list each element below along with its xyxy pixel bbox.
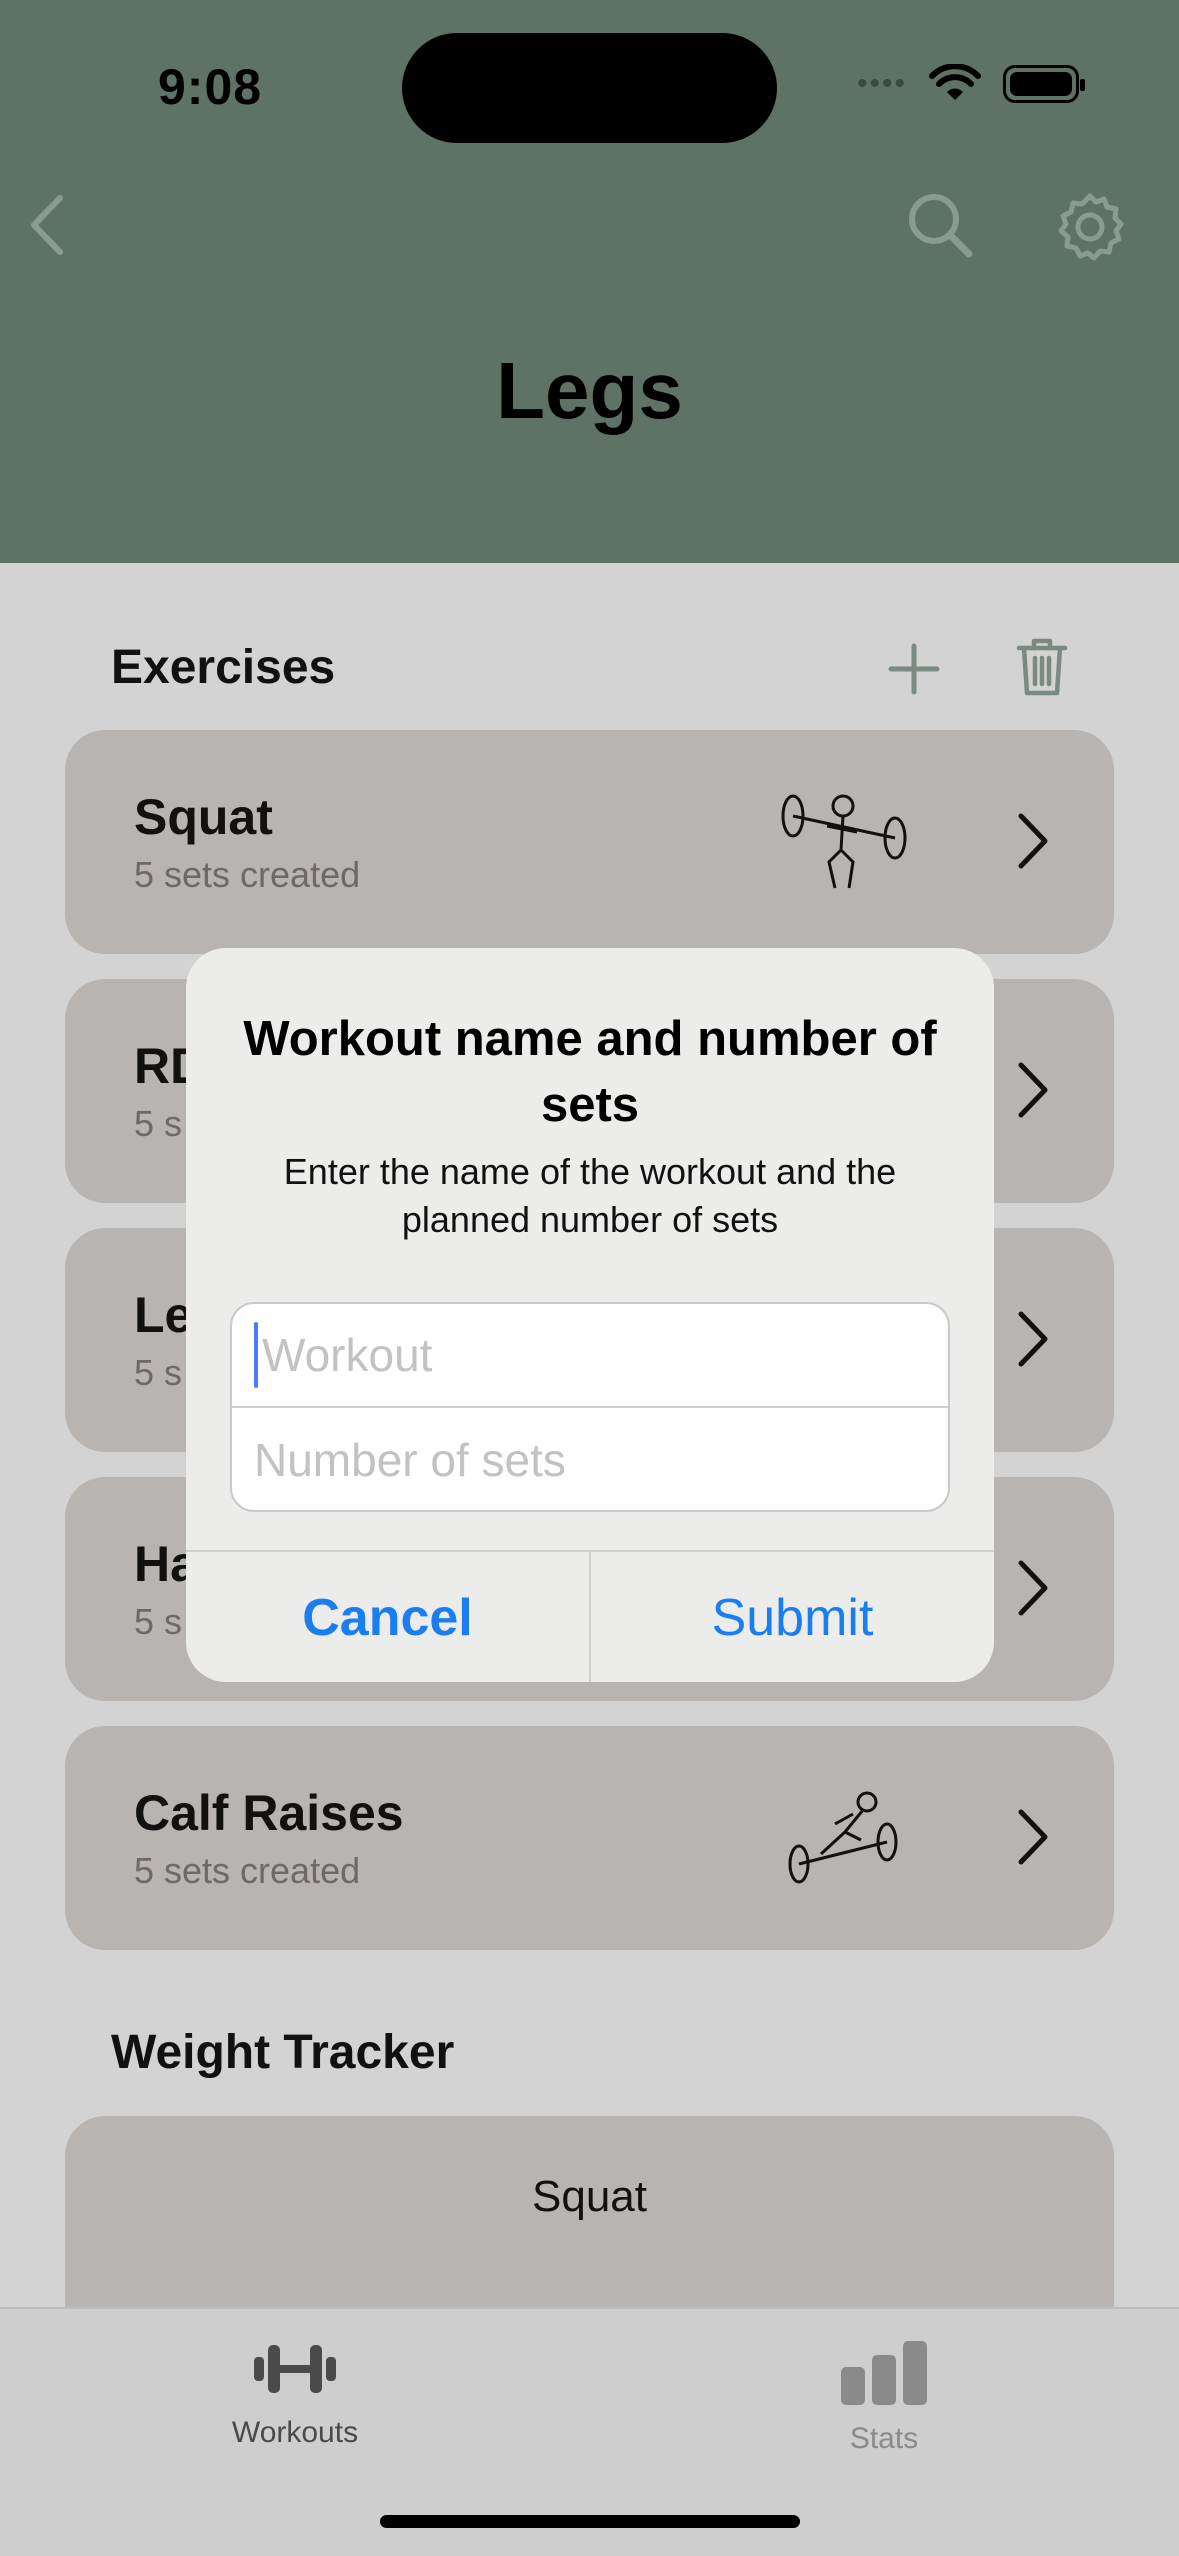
bar-chart-icon [841,2341,927,2405]
search-icon [909,194,973,258]
page-title: Legs [496,346,683,435]
cancel-button[interactable]: Cancel [186,1552,589,1682]
alert-title: Workout name and number of sets [243,1012,937,1132]
exercise-subtitle: 5 s [134,1352,183,1393]
exercises-section-title: Exercises [111,641,336,694]
calf-raise-sketch-icon [788,1791,898,1884]
wifi-icon [929,64,981,100]
exercise-subtitle: 5 sets created [134,1850,361,1891]
exercise-card-calf-raises[interactable]: Calf Raises 5 sets created [65,1726,1114,1950]
workout-name-input[interactable]: Workout [232,1304,948,1408]
tab-stats-label: Stats [849,2422,919,2455]
delete-exercise-button[interactable] [1015,636,1069,703]
back-button[interactable] [22,190,72,265]
submit-button[interactable]: Submit [591,1552,994,1682]
weight-tracker-exercise-label: Squat [532,2172,647,2221]
chevron-right-icon [1018,1560,1048,1616]
chevron-right-icon [1018,813,1048,869]
dumbbell-icon [254,2345,336,2393]
home-indicator[interactable] [380,2515,800,2528]
tab-workouts-label: Workouts [231,2416,359,2449]
header: 9:08 •••• Legs [0,0,1179,563]
exercise-subtitle: 5 s [134,1601,183,1642]
alert-actions: Cancel Submit [186,1550,994,1682]
add-exercise-button[interactable] [885,640,943,703]
workout-name-placeholder: Workout [262,1329,433,1381]
status-time: 9:08 [158,59,263,115]
status-icons: •••• [856,64,1085,104]
chevron-right-icon [1018,1809,1048,1865]
number-of-sets-placeholder: Number of sets [254,1434,566,1486]
dynamic-island [402,33,777,143]
exercise-card-squat[interactable]: Squat 5 sets created [65,730,1114,954]
trash-icon [1016,638,1068,696]
gear-icon [1058,193,1124,261]
weight-tracker-section-title: Weight Tracker [111,2026,455,2079]
chevron-right-icon [1018,1062,1048,1118]
alert-message: Enter the name of the workout and the pl… [283,1151,897,1240]
exercise-subtitle: 5 s [134,1103,183,1144]
squat-sketch-icon [781,794,907,889]
text-cursor [254,1322,258,1388]
alert-fields: Workout Number of sets [230,1302,950,1512]
cellular-signal-icon: •••• [856,67,907,100]
exercise-name: Calf Raises [134,1785,404,1841]
battery-icon [1003,65,1085,103]
settings-button[interactable] [1055,192,1125,267]
search-button[interactable] [905,190,975,265]
tab-workouts[interactable]: Workouts [145,2339,445,2450]
exercise-name: Le [134,1287,193,1343]
chevron-left-icon [31,195,63,255]
tab-stats[interactable]: Stats [734,2339,1034,2456]
workout-alert-dialog: Workout name and number of sets Enter th… [186,948,994,1682]
exercise-subtitle: 5 sets created [134,854,361,895]
plus-icon [888,643,940,695]
number-of-sets-input[interactable]: Number of sets [232,1408,948,1510]
chevron-right-icon [1018,1311,1048,1367]
exercise-name: Squat [134,789,273,845]
